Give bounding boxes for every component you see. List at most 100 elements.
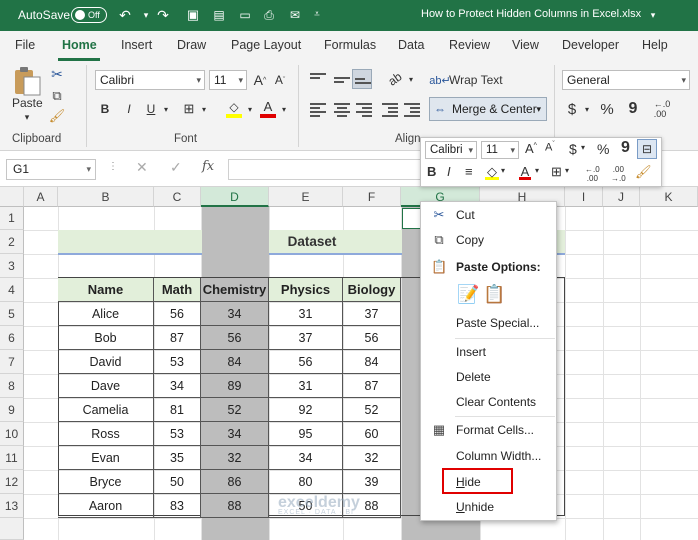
menu-item-column-width[interactable]: Column Width... (421, 445, 556, 467)
table-cell-physics[interactable]: 37 (269, 326, 343, 350)
paste-values-icon[interactable]: 📋 (483, 284, 505, 306)
mini-font-color-icon[interactable]: A (519, 164, 531, 180)
menu-item-cut[interactable]: ✂ Cut (421, 204, 556, 226)
mini-increase-font-icon[interactable]: A^ (525, 141, 537, 156)
table-cell-math[interactable]: 83 (154, 494, 201, 518)
table-cell-math[interactable]: 53 (154, 422, 201, 446)
borders-icon[interactable]: ⊞ (180, 99, 198, 119)
middle-align-icon[interactable] (334, 73, 350, 87)
mini-currency-dropdown-icon[interactable]: ▾ (581, 143, 585, 152)
customize-qat-icon[interactable]: ⩡ (306, 5, 328, 25)
format-painter-icon[interactable]: 🖌 (48, 107, 66, 125)
insert-function-icon[interactable]: fx (202, 159, 214, 174)
email-icon[interactable]: ✉ (284, 5, 306, 25)
increase-font-size-icon[interactable]: A ^ (252, 70, 268, 90)
table-cell-chemistry[interactable]: 84 (201, 350, 269, 374)
table-cell-name[interactable]: Evan (58, 446, 154, 470)
table-cell-chemistry[interactable]: 56 (201, 326, 269, 350)
menu-item-delete[interactable]: Delete (421, 366, 556, 388)
mini-font-size-dropdown[interactable]: 11 ▾ (481, 141, 519, 159)
table-cell-physics[interactable]: 31 (269, 374, 343, 398)
table-cell-biology[interactable]: 87 (343, 374, 401, 398)
formula-input[interactable] (228, 159, 422, 180)
fill-color-icon[interactable]: ◇ (224, 98, 244, 120)
bold-button[interactable]: B (96, 99, 114, 119)
cut-icon[interactable]: ✂ (48, 65, 66, 83)
row-header-6[interactable]: 6 (0, 326, 24, 350)
wrap-text-icon[interactable]: ab↵ (429, 70, 450, 90)
row-header-7[interactable]: 7 (0, 350, 24, 374)
tab-review[interactable]: Review (449, 38, 490, 52)
column-header-j[interactable]: J (603, 187, 640, 207)
table-cell-chemistry[interactable]: 86 (201, 470, 269, 494)
row-header-10[interactable]: 10 (0, 422, 24, 446)
paste-dropdown-icon[interactable]: ▾ (12, 112, 42, 123)
table-cell-name[interactable]: Bob (58, 326, 154, 350)
title-dropdown-icon[interactable]: ▾ (642, 5, 664, 25)
wrap-text-button[interactable]: Wrap Text (449, 70, 503, 90)
mini-italic-button[interactable]: I (447, 164, 451, 179)
table-cell-chemistry[interactable]: 89 (201, 374, 269, 398)
table-cell-name[interactable]: Camelia (58, 398, 154, 422)
table-cell-biology[interactable]: 32 (343, 446, 401, 470)
row-header-12[interactable]: 12 (0, 470, 24, 494)
table-cell-chemistry[interactable]: 52 (201, 398, 269, 422)
column-header-a[interactable]: A (24, 187, 58, 207)
menu-item-format-cells[interactable]: ▦ Format Cells... (421, 419, 556, 441)
header-cell-chemistry[interactable]: Chemistry (201, 278, 269, 302)
font-color-dropdown-icon[interactable]: ▾ (278, 99, 290, 119)
column-header-d[interactable]: D (201, 187, 269, 207)
table-cell-name[interactable]: Ross (58, 422, 154, 446)
row-header-4[interactable]: 4 (0, 278, 24, 302)
font-name-dropdown[interactable]: Calibri ▾ (95, 70, 205, 90)
align-right-icon[interactable] (356, 103, 372, 117)
more-options-icon[interactable]: ⋮ (108, 161, 118, 172)
mini-merge-icon[interactable]: ⊟ (637, 139, 657, 159)
mini-comma-icon[interactable]: 9 (621, 139, 630, 157)
paste-icon[interactable] (10, 66, 44, 96)
select-all-corner[interactable] (0, 187, 24, 207)
confirm-entry-icon[interactable]: ✓ (170, 159, 182, 176)
menu-item-paste-special[interactable]: Paste Special... (421, 312, 556, 334)
column-header-f[interactable]: F (343, 187, 401, 207)
cancel-entry-icon[interactable]: ✕ (136, 159, 148, 176)
save-icon[interactable]: ▣ (182, 5, 204, 25)
menu-item-clear-contents[interactable]: Clear Contents (421, 391, 556, 413)
column-header-c[interactable]: C (154, 187, 201, 207)
table-cell-chemistry[interactable]: 32 (201, 446, 269, 470)
header-cell-math[interactable]: Math (154, 278, 201, 302)
row-header-11[interactable]: 11 (0, 446, 24, 470)
table-cell-math[interactable]: 34 (154, 374, 201, 398)
table-cell-physics[interactable]: 31 (269, 302, 343, 326)
column-header-i[interactable]: I (565, 187, 603, 207)
table-cell-math[interactable]: 56 (154, 302, 201, 326)
tab-page-layout[interactable]: Page Layout (231, 38, 301, 52)
row-header-3[interactable]: 3 (0, 254, 24, 278)
table-cell-chemistry[interactable]: 34 (201, 302, 269, 326)
fill-color-dropdown-icon[interactable]: ▾ (244, 99, 256, 119)
table-cell-physics[interactable]: 92 (269, 398, 343, 422)
table-cell-name[interactable]: Aaron (58, 494, 154, 518)
mini-format-painter-icon[interactable]: 🖌 (635, 164, 652, 180)
table-cell-name[interactable]: Dave (58, 374, 154, 398)
active-cell-g1[interactable] (402, 208, 421, 229)
copy-icon[interactable]: ⧉ (48, 87, 66, 105)
table-cell-biology[interactable]: 52 (343, 398, 401, 422)
align-left-icon[interactable] (310, 103, 326, 117)
currency-dropdown-icon[interactable]: ▾ (582, 99, 592, 119)
font-size-dropdown[interactable]: 11 ▾ (209, 70, 247, 90)
font-color-icon[interactable]: A (258, 98, 278, 120)
table-cell-biology[interactable]: 56 (343, 326, 401, 350)
merge-center-button[interactable]: ⇔ Merge & Center ▾ (429, 97, 547, 121)
table-cell-name[interactable]: Bryce (58, 470, 154, 494)
paste-label[interactable]: Paste (12, 96, 43, 110)
header-cell-physics[interactable]: Physics (269, 278, 343, 302)
table-cell-math[interactable]: 50 (154, 470, 201, 494)
table-cell-physics[interactable]: 95 (269, 422, 343, 446)
comma-style-button[interactable]: 9 (626, 99, 640, 119)
autosave-toggle[interactable]: Off (71, 7, 107, 23)
underline-dropdown-icon[interactable]: ▾ (160, 99, 172, 119)
table-cell-physics[interactable]: 56 (269, 350, 343, 374)
orientation-dropdown-icon[interactable]: ▾ (406, 69, 416, 89)
mini-align-icon[interactable]: ≡ (465, 164, 473, 179)
